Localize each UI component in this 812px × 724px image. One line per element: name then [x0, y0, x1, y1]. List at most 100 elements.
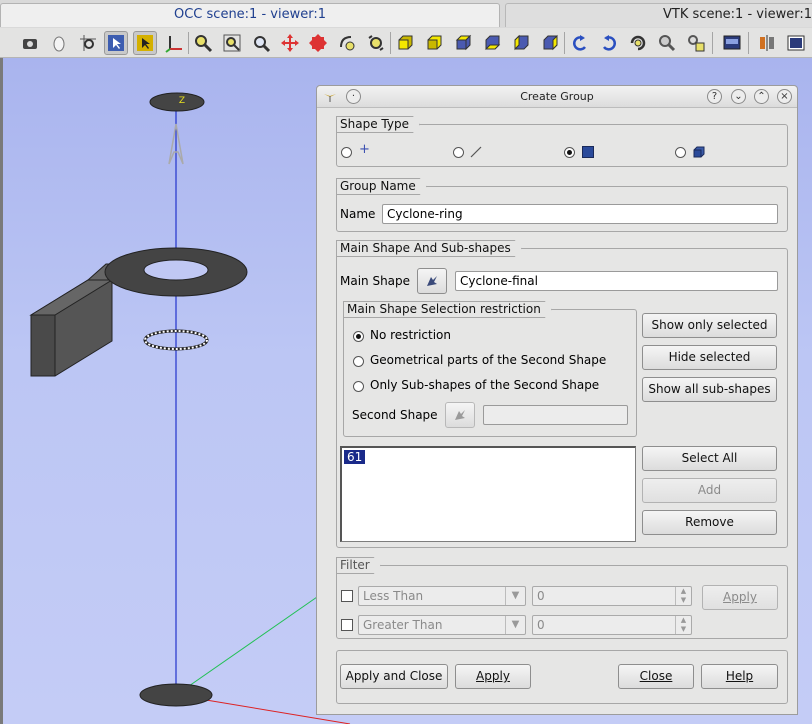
- dialog-title: Create Group: [520, 90, 594, 103]
- vertex-icon: +: [359, 142, 370, 157]
- top-disk: [149, 92, 205, 112]
- front-view-icon[interactable]: [393, 31, 417, 55]
- maximize-icon[interactable]: ⌃: [754, 89, 769, 104]
- restriction-legend: Main Shape Selection restriction: [343, 301, 552, 318]
- rotate-icon[interactable]: [335, 31, 359, 55]
- fit-all-icon[interactable]: [220, 31, 244, 55]
- z-axis-label: Z: [179, 96, 185, 106]
- help-button[interactable]: Help: [701, 664, 778, 689]
- list-item[interactable]: 61: [344, 450, 366, 464]
- solid-icon: [692, 146, 706, 158]
- edge-icon: [469, 146, 483, 158]
- main-shape-select-button[interactable]: [417, 268, 447, 294]
- pan-icon[interactable]: [278, 31, 302, 55]
- mouse-icon[interactable]: [47, 31, 71, 55]
- group-name-input[interactable]: Cyclone-ring: [382, 204, 778, 224]
- apply-label: Apply: [476, 669, 510, 683]
- left-view-icon[interactable]: [509, 31, 533, 55]
- tab-vtk-viewer[interactable]: VTK scene:1 - viewer:1: [505, 3, 812, 27]
- apply-and-close-label: Apply and Close: [345, 669, 443, 683]
- tab-occ-viewer[interactable]: OCC scene:1 - viewer:1: [0, 3, 500, 27]
- ambient-icon[interactable]: [784, 31, 808, 55]
- zoom-window-icon[interactable]: [76, 31, 100, 55]
- spin-arrows-icon: ▲ ▼: [675, 616, 691, 634]
- main-shape-group: Main Shape And Sub-shapes Main Shape Cyc…: [336, 248, 788, 548]
- show-all-sub-shapes-button[interactable]: Show all sub-shapes: [642, 377, 777, 402]
- remove-button[interactable]: Remove: [642, 510, 777, 535]
- less-than-checkbox[interactable]: [341, 590, 353, 602]
- rotation-point-icon[interactable]: [364, 31, 388, 55]
- close-button[interactable]: Close: [618, 664, 694, 689]
- shape-type-face-radio[interactable]: [564, 147, 575, 158]
- rotate-ccw-icon[interactable]: [568, 31, 592, 55]
- less-than-value: 0: [537, 589, 545, 603]
- main-shape-input[interactable]: Cyclone-final: [455, 271, 778, 291]
- memorize-view-icon[interactable]: [684, 31, 708, 55]
- dialog-titlebar[interactable]: · Create Group ? ⌄ ⌃ ×: [317, 86, 797, 108]
- geometrical-parts-label: Geometrical parts of the Second Shape: [370, 353, 607, 367]
- toolbar-separator: [748, 32, 749, 54]
- minimize-icon[interactable]: ⌄: [731, 89, 746, 104]
- filter-apply-button[interactable]: Apply: [702, 585, 778, 610]
- spin-arrows-icon: ▲ ▼: [675, 587, 691, 605]
- face-icon: [582, 146, 594, 158]
- rotate-cw-icon[interactable]: [597, 31, 621, 55]
- close-icon[interactable]: ×: [777, 89, 792, 104]
- zoom-area-icon[interactable]: [249, 31, 273, 55]
- bottom-disk: [139, 683, 213, 707]
- toolbar-separator: [390, 32, 391, 54]
- right-view-icon[interactable]: [538, 31, 562, 55]
- select-filter-icon[interactable]: [133, 31, 157, 55]
- shape-type-legend: Shape Type: [336, 116, 420, 133]
- close-label: Close: [639, 669, 673, 683]
- dialog-buttons-group: Apply and Close Apply Close Help: [336, 650, 788, 704]
- less-than-value-spinbox[interactable]: 0 ▲ ▼: [532, 586, 692, 606]
- hide-selected-button[interactable]: Hide selected: [642, 345, 777, 370]
- select-icon[interactable]: [104, 31, 128, 55]
- filter-apply-label: Apply: [723, 590, 757, 604]
- only-sub-shapes-label: Only Sub-shapes of the Second Shape: [370, 378, 600, 392]
- apply-and-close-button[interactable]: Apply and Close: [340, 664, 448, 689]
- help-icon[interactable]: ?: [707, 89, 722, 104]
- no-restriction-label: No restriction: [370, 328, 451, 342]
- toolbar-separator: [188, 32, 189, 54]
- shape-type-solid-radio[interactable]: [675, 147, 686, 158]
- shape-type-vertex-radio[interactable]: [341, 147, 352, 158]
- shape-type-edge-radio[interactable]: [453, 147, 464, 158]
- show-only-selected-button[interactable]: Show only selected: [642, 313, 777, 338]
- graduated-axes-icon[interactable]: [720, 31, 744, 55]
- zoom-icon[interactable]: [191, 31, 215, 55]
- second-shape-input[interactable]: [483, 405, 628, 425]
- sub-shapes-list[interactable]: 61: [340, 446, 636, 542]
- clone-view-icon[interactable]: [655, 31, 679, 55]
- restriction-group: Main Shape Selection restriction No rest…: [343, 309, 637, 437]
- y-axis-line: [175, 587, 331, 696]
- trihedron-icon[interactable]: [755, 31, 779, 55]
- bottom-view-icon[interactable]: [480, 31, 504, 55]
- group-name-group: Group Name Name Cyclone-ring: [336, 186, 788, 232]
- second-shape-select-button[interactable]: [445, 402, 475, 428]
- greater-than-value: 0: [537, 618, 545, 632]
- only-sub-shapes-radio[interactable]: [353, 381, 364, 392]
- no-restriction-radio[interactable]: [353, 331, 364, 342]
- greater-than-checkbox[interactable]: [341, 619, 353, 631]
- reset-view-icon[interactable]: [626, 31, 650, 55]
- geometrical-parts-radio[interactable]: [353, 356, 364, 367]
- apply-button[interactable]: Apply: [455, 664, 531, 689]
- top-view-icon[interactable]: [451, 31, 475, 55]
- less-than-combo[interactable]: Less Than ▼: [358, 586, 526, 606]
- global-pan-icon[interactable]: [306, 31, 330, 55]
- viewer-left-border: [0, 58, 3, 724]
- greater-than-combo[interactable]: Greater Than ▼: [358, 615, 526, 635]
- shape-type-group: Shape Type +: [336, 124, 788, 167]
- select-arrow-icon: [455, 410, 465, 420]
- chevron-down-icon: ▼: [505, 587, 525, 605]
- greater-than-combo-text: Greater Than: [363, 618, 443, 632]
- greater-than-value-spinbox[interactable]: 0 ▲ ▼: [532, 615, 692, 635]
- toolbar-separator: [712, 32, 713, 54]
- axes-icon[interactable]: [162, 31, 186, 55]
- add-button[interactable]: Add: [642, 478, 777, 503]
- dump-view-icon[interactable]: [18, 31, 42, 55]
- back-view-icon[interactable]: [422, 31, 446, 55]
- select-all-button[interactable]: Select All: [642, 446, 777, 471]
